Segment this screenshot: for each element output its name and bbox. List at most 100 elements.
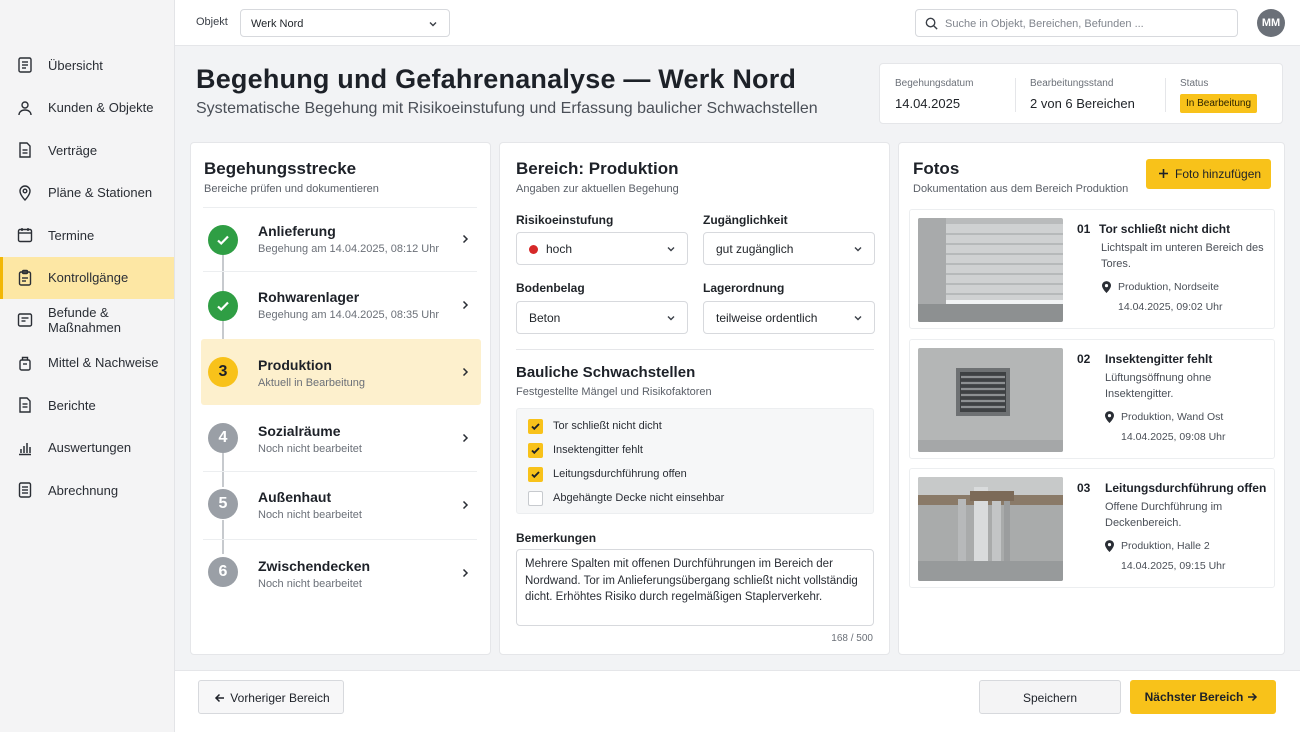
- floor-label: Bodenbelag: [516, 281, 585, 295]
- photo-number: 02: [1077, 352, 1091, 366]
- chevron-down-icon: [854, 247, 862, 252]
- sidebar-item-auswertungen[interactable]: Auswertungen: [0, 427, 174, 470]
- check-label: Leitungsdurchführung offen: [553, 468, 687, 480]
- object-select[interactable]: Werk Nord: [240, 9, 450, 37]
- photo-title: Insektengitter fehlt: [1105, 352, 1213, 366]
- route-item-sub: Noch nicht bearbeitet: [258, 578, 362, 590]
- photo-item[interactable]: 01 Tor schließt nicht dicht Lichtspalt i…: [909, 209, 1275, 329]
- storage-value: teilweise ordentlich: [716, 311, 818, 325]
- photo-timestamp: 14.04.2025, 09:15 Uhr: [1121, 560, 1226, 572]
- chevron-right-icon: [462, 367, 469, 377]
- route-item-sub: Begehung am 14.04.2025, 08:12 Uhr: [258, 243, 440, 255]
- map-pin-icon: [1105, 411, 1114, 423]
- route-title: Begehungsstrecke: [204, 159, 357, 178]
- sidebar-item-termine[interactable]: Termine: [0, 214, 174, 257]
- sidebar-item-abrechnung[interactable]: Abrechnung: [0, 469, 174, 512]
- status-badge: In Bearbeitung: [1180, 94, 1258, 113]
- meta-progress-value: 2 von 6 Bereichen: [1030, 96, 1135, 111]
- container-icon: [19, 356, 31, 371]
- next-area-button[interactable]: Nächster Bereich: [1130, 680, 1276, 714]
- chevron-right-icon: [462, 500, 469, 510]
- sidebar-item-kontrollgaenge[interactable]: Kontrollgänge: [0, 256, 174, 299]
- check-leitung[interactable]: Leitungsdurchführung offen: [528, 466, 687, 482]
- arrow-left-icon: [214, 693, 224, 703]
- photo-location-text: Produktion, Halle 2: [1121, 540, 1210, 552]
- checkbox-checked[interactable]: [528, 442, 543, 458]
- check-tor[interactable]: Tor schließt nicht dicht: [528, 418, 662, 434]
- check-label: Tor schließt nicht dicht: [553, 420, 662, 432]
- route-item-aussenhaut[interactable]: 5 Außenhaut Noch nicht bearbeitet: [201, 473, 481, 539]
- remarks-textarea[interactable]: Mehrere Spalten mit offenen Durchführung…: [516, 549, 874, 626]
- route-item-produktion[interactable]: 3 Produktion Aktuell in Bearbeitung: [201, 339, 481, 405]
- chevron-right-icon: [462, 433, 469, 443]
- step-number: 5: [208, 489, 238, 519]
- previous-area-label: Vorheriger Bereich: [230, 691, 330, 705]
- risk-select[interactable]: hoch: [516, 232, 688, 265]
- meta-panel: Begehungsdatum 14.04.2025 Bearbeitungsst…: [879, 63, 1283, 124]
- object-select-value: Werk Nord: [251, 18, 304, 30]
- bar-chart-icon: [19, 442, 31, 455]
- photo-description: Lichtspalt im unteren Bereich des Tores.: [1101, 242, 1264, 270]
- photo-location: Produktion, Nordseite: [1102, 281, 1219, 293]
- route-item-name: Anlieferung: [258, 223, 336, 239]
- sidebar-item-plaene[interactable]: Pläne & Stationen: [0, 172, 174, 215]
- photo-timestamp: 14.04.2025, 09:02 Uhr: [1118, 301, 1223, 313]
- route-item-anlieferung[interactable]: Anlieferung Begehung am 14.04.2025, 08:1…: [201, 206, 481, 272]
- photo-thumbnail-pipes[interactable]: [918, 477, 1063, 581]
- photo-thumbnail-vent[interactable]: [918, 348, 1063, 452]
- step-number: 3: [208, 357, 238, 387]
- access-value: gut zugänglich: [716, 242, 794, 256]
- search-input[interactable]: Suche in Objekt, Bereichen, Befunden ...: [915, 9, 1238, 37]
- checkbox-checked[interactable]: [528, 418, 543, 434]
- sidebar-item-label: Mittel & Nachweise: [48, 355, 159, 371]
- check-insektengitter[interactable]: Insektengitter fehlt: [528, 442, 643, 458]
- sidebar-item-vertraege[interactable]: Verträge: [0, 129, 174, 172]
- route-item-zwischendecken[interactable]: 6 Zwischendecken Noch nicht bearbeitet: [201, 541, 481, 607]
- risk-value: hoch: [546, 242, 573, 256]
- route-item-sozialraeume[interactable]: 4 Sozialräume Noch nicht bearbeitet: [201, 406, 481, 472]
- photos-title: Fotos: [913, 159, 960, 178]
- floor-select[interactable]: Beton: [516, 301, 688, 334]
- add-photo-button[interactable]: Foto hinzufügen: [1146, 159, 1271, 189]
- photo-number: 03: [1077, 481, 1091, 495]
- access-select[interactable]: gut zugänglich: [703, 232, 875, 265]
- step-number: 4: [208, 423, 238, 453]
- meta-progress-label: Bearbeitungsstand: [1030, 78, 1114, 89]
- sidebar-item-mittel[interactable]: Mittel & Nachweise: [0, 342, 174, 385]
- route-item-name: Produktion: [258, 357, 332, 373]
- check-label: Insektengitter fehlt: [553, 444, 643, 456]
- route-item-sub: Begehung am 14.04.2025, 08:35 Uhr: [258, 309, 440, 321]
- photo-item[interactable]: 02 Insektengitter fehlt Lüftungsöffnung …: [909, 339, 1275, 459]
- sidebar-item-kunden[interactable]: Kunden & Objekte: [0, 87, 174, 130]
- photo-thumbnail-door[interactable]: [918, 218, 1063, 322]
- search-placeholder: Suche in Objekt, Bereichen, Befunden ...: [945, 18, 1144, 30]
- sidebar-item-befunde[interactable]: Befunde & Maßnahmen: [0, 299, 174, 342]
- report-icon: [19, 397, 31, 413]
- photo-location-text: Produktion, Wand Ost: [1121, 411, 1224, 423]
- meta-date: Begehungsdatum 14.04.2025: [895, 78, 973, 111]
- step-number: 6: [208, 557, 238, 587]
- access-label: Zugänglichkeit: [703, 213, 788, 227]
- route-item-name: Außenhaut: [258, 489, 332, 505]
- meta-date-label: Begehungsdatum: [895, 78, 974, 89]
- photo-location-text: Produktion, Nordseite: [1118, 281, 1219, 293]
- chevron-down-icon: [854, 316, 862, 321]
- previous-area-button[interactable]: Vorheriger Bereich: [198, 680, 344, 714]
- sidebar-item-berichte[interactable]: Berichte: [0, 384, 174, 427]
- object-label: Objekt: [196, 16, 228, 28]
- checkbox-checked[interactable]: [528, 466, 543, 482]
- storage-select[interactable]: teilweise ordentlich: [703, 301, 875, 334]
- sidebar-item-uebersicht[interactable]: Übersicht: [0, 44, 174, 87]
- save-button[interactable]: Speichern: [979, 680, 1121, 714]
- check-decke[interactable]: Abgehängte Decke nicht einsehbar: [528, 490, 724, 506]
- avatar[interactable]: MM: [1257, 9, 1285, 37]
- photo-location: Produktion, Wand Ost: [1105, 411, 1224, 423]
- checkbox-unchecked[interactable]: [528, 490, 543, 506]
- meta-status: Status In Bearbeitung: [1180, 78, 1258, 113]
- findings-icon: [17, 313, 33, 327]
- meta-divider: [1165, 78, 1166, 112]
- map-pin-icon: [19, 185, 31, 201]
- next-area-label: Nächster Bereich: [1144, 690, 1244, 704]
- photo-item[interactable]: 03 Leitungsdurchführung offen Offene Dur…: [909, 468, 1275, 588]
- route-item-rohwarenlager[interactable]: Rohwarenlager Begehung am 14.04.2025, 08…: [201, 272, 481, 338]
